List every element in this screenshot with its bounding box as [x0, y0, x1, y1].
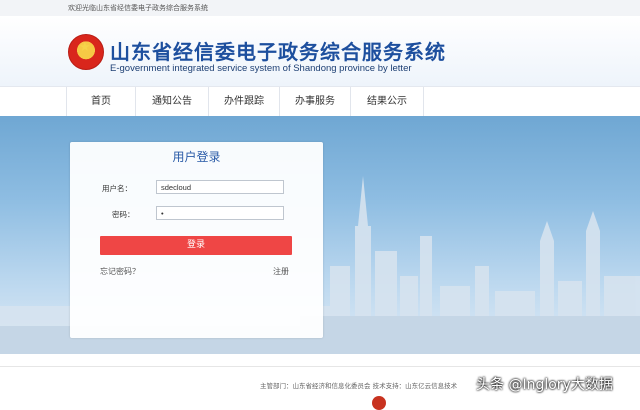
- site-title: 山东省经信委电子政务综合服务系统: [110, 40, 446, 64]
- nav-item-results[interactable]: 结果公示: [351, 87, 424, 117]
- login-panel: 用户登录 用户名： sdecloud 密码： • 登录 忘记密码？ 注册: [70, 142, 323, 338]
- watermark-text: 头条 @Inglory大数据: [476, 377, 613, 393]
- welcome-text: 欢迎光临山东省经信委电子政务综合服务系统: [68, 4, 208, 12]
- username-input[interactable]: sdecloud: [156, 180, 284, 194]
- national-emblem-icon: [68, 34, 104, 70]
- nav-item-tracking[interactable]: 办件跟踪: [209, 87, 280, 117]
- password-label: 密码：: [112, 210, 135, 219]
- password-input[interactable]: •: [156, 206, 284, 220]
- nav-item-home[interactable]: 首页: [67, 87, 136, 117]
- login-button[interactable]: 登录: [100, 236, 292, 255]
- footer-divider: [0, 366, 640, 367]
- login-title: 用户登录: [172, 150, 221, 164]
- site-header: 山东省经信委电子政务综合服务系统 E-government integrated…: [0, 16, 640, 86]
- register-link[interactable]: 注册: [273, 266, 289, 277]
- nav-item-services[interactable]: 办事服务: [280, 87, 351, 117]
- nav-item-notices[interactable]: 通知公告: [136, 87, 209, 117]
- top-welcome-bar: 欢迎光临山东省经信委电子政务综合服务系统: [0, 0, 640, 16]
- footer-text: 主管部门：山东省经济和信息化委员会 技术支持：山东亿云信息技术: [260, 382, 458, 390]
- username-label: 用户名：: [102, 184, 132, 193]
- forgot-password-link[interactable]: 忘记密码？: [100, 266, 140, 277]
- site-subtitle: E-government integrated service system o…: [110, 63, 412, 74]
- footer-emblem-icon: [372, 396, 386, 410]
- main-navigation: 首页 通知公告 办件跟踪 办事服务 结果公示: [0, 86, 640, 118]
